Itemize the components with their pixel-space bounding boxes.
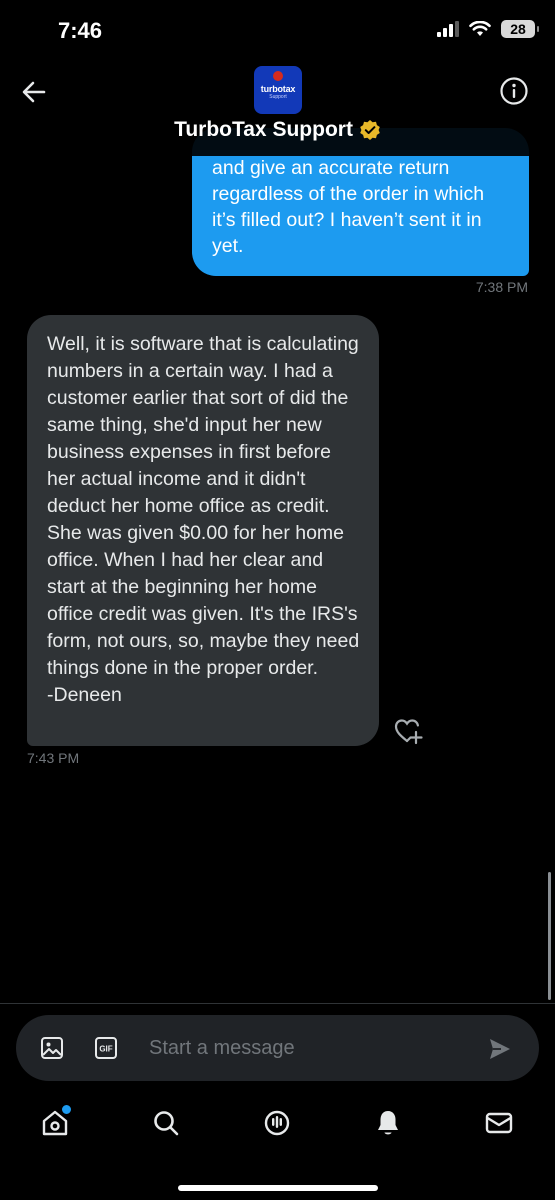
message-text: and give an accurate return regardless o… (212, 157, 485, 257)
avatar[interactable]: turbotax Support (254, 66, 302, 114)
bottom-tab-bar (0, 1100, 555, 1160)
status-time: 7:46 (58, 18, 103, 43)
divider (0, 1003, 555, 1004)
message-input[interactable] (149, 1035, 449, 1061)
scrollbar[interactable] (548, 872, 551, 1000)
incoming-message-bubble[interactable]: Well, it is software that is calculating… (27, 315, 379, 746)
message-composer: GIF (16, 1015, 539, 1081)
notifications-icon[interactable] (373, 1108, 403, 1138)
spaces-icon[interactable] (262, 1108, 292, 1138)
avatar-brand: turbotax (260, 84, 296, 94)
battery-indicator: 28 (501, 20, 539, 38)
message-timestamp: 7:43 PM (27, 750, 80, 766)
home-notification-dot (60, 1103, 73, 1116)
conversation-header: turbotax Support TurboTax Support (0, 60, 555, 156)
message-timestamp: 7:38 PM (475, 279, 528, 295)
search-icon[interactable] (151, 1108, 181, 1138)
send-icon[interactable] (487, 1036, 513, 1062)
verified-badge-icon (360, 120, 380, 140)
signal-icon (437, 21, 459, 37)
title-row[interactable]: TurboTax Support (0, 118, 555, 142)
logo-check-icon (273, 71, 283, 81)
add-reaction-icon[interactable] (393, 717, 423, 745)
wifi-icon (469, 21, 491, 36)
home-indicator[interactable] (178, 1185, 378, 1191)
svg-text:GIF: GIF (99, 1045, 112, 1054)
page-title: TurboTax Support (174, 118, 353, 141)
back-arrow-icon[interactable] (18, 76, 50, 108)
status-bar: 7:46 28 (0, 0, 555, 60)
status-indicators: 28 (437, 20, 539, 38)
gif-icon[interactable]: GIF (94, 1036, 118, 1060)
image-icon[interactable] (40, 1036, 64, 1060)
messages-icon[interactable] (484, 1108, 514, 1138)
avatar-sub: Support (269, 94, 287, 100)
info-icon[interactable] (499, 76, 529, 106)
